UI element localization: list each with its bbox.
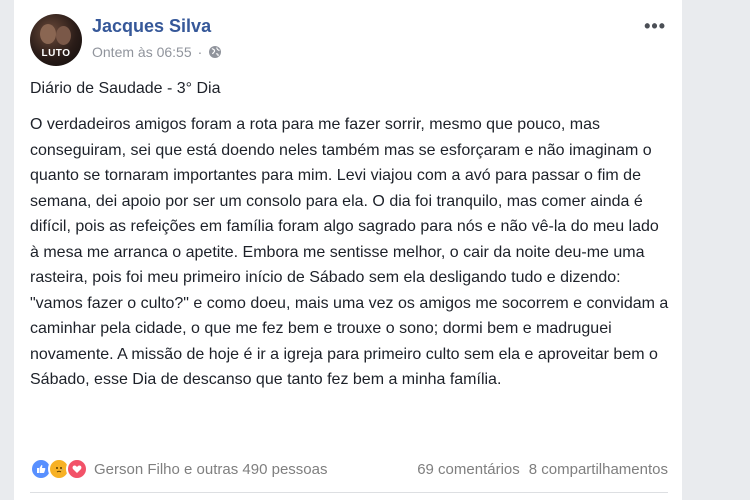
post-title: Diário de Saudade - 3° Dia [30,80,221,97]
reaction-icons[interactable] [30,458,88,480]
avatar-face [56,26,71,45]
comments-count[interactable]: 69 comentários [417,461,520,478]
post-header: LUTO Jacques Silva Ontem às 06:55 · ••• [30,14,666,70]
love-icon [66,458,88,480]
post-meta: Ontem às 06:55 · [92,44,222,60]
post-footer: Gerson Filho e outras 490 pessoas 69 com… [30,455,668,483]
avatar-badge: LUTO [41,48,71,59]
post-timestamp[interactable]: Ontem às 06:55 [92,44,192,60]
globe-icon[interactable] [208,45,222,59]
divider [30,492,668,493]
shares-count[interactable]: 8 compartilhamentos [529,461,668,478]
post-stats: 69 comentários 8 compartilhamentos [417,461,668,478]
post-card: LUTO Jacques Silva Ontem às 06:55 · ••• … [14,0,682,500]
avatar-face [40,24,56,44]
more-options-icon[interactable]: ••• [644,16,666,37]
author-name[interactable]: Jacques Silva [92,16,211,37]
post-body: O verdadeiros amigos foram a rota para m… [30,116,669,388]
avatar[interactable]: LUTO [30,14,82,66]
sep: · [197,44,203,60]
reaction-names[interactable]: Gerson Filho e outras 490 pessoas [94,461,327,478]
